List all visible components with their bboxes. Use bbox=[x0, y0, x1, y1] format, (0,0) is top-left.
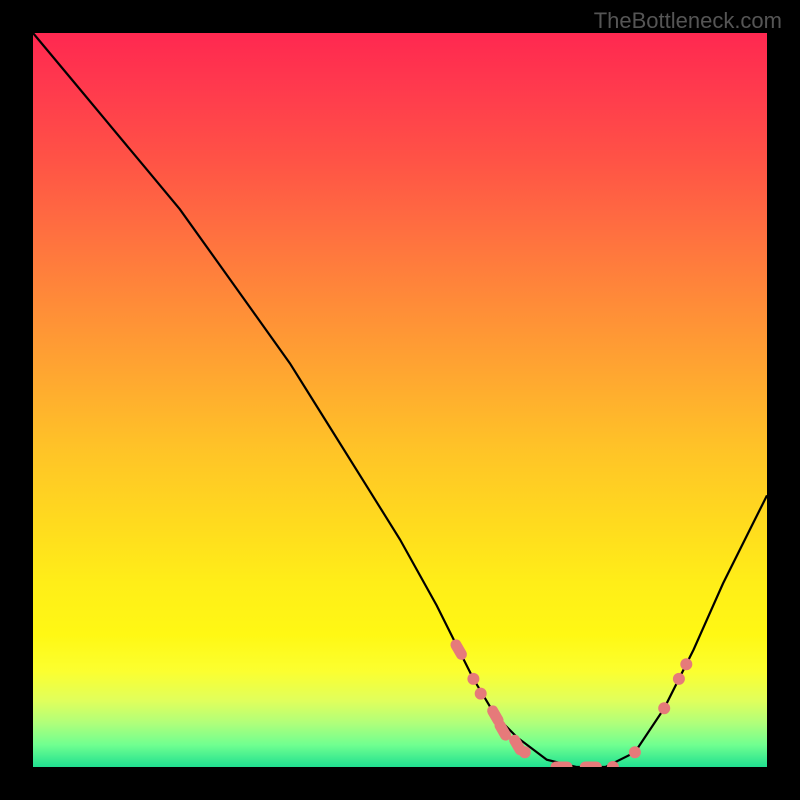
chart-container: TheBottleneck.com bbox=[0, 0, 800, 800]
marker-dot bbox=[658, 702, 670, 714]
marker-dot bbox=[475, 688, 487, 700]
curve-path bbox=[33, 33, 767, 767]
marker-dot bbox=[673, 673, 685, 685]
marker-dash bbox=[551, 762, 573, 768]
marker-dot bbox=[629, 746, 641, 758]
marker-dot bbox=[680, 658, 692, 670]
marker-dot bbox=[467, 673, 479, 685]
markers-group bbox=[448, 637, 692, 767]
marker-dash bbox=[448, 637, 469, 662]
marker-dot bbox=[519, 746, 531, 758]
curve-svg bbox=[33, 33, 767, 767]
plot-area bbox=[33, 33, 767, 767]
marker-dash bbox=[580, 762, 602, 768]
watermark-label: TheBottleneck.com bbox=[594, 8, 782, 34]
